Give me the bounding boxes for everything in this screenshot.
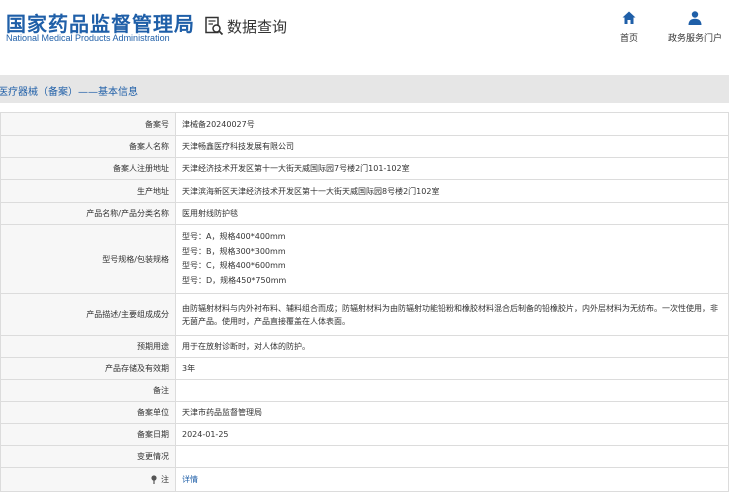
site-header: 国家药品监督管理局 National Medical Products Admi… — [0, 0, 729, 64]
table-row: 产品存储及有效期 3年 — [0, 357, 729, 380]
row-value: 天津畅鑫医疗科技发展有限公司 — [175, 135, 729, 158]
spec-line: 型号：B，规格300*300mm — [182, 246, 286, 256]
table-row: 生产地址 天津滨海新区天津经济技术开发区第十一大街天威国际园8号楼2门102室 — [0, 179, 729, 203]
table-row: 备注 — [0, 379, 729, 402]
spec-line: 型号：C，规格400*600mm — [182, 261, 286, 270]
row-value: 2024-01-25 — [175, 423, 729, 446]
table-row: 注 详情 — [0, 467, 729, 492]
data-query-link[interactable]: 数据查询 — [204, 14, 287, 38]
row-label: 备案日期 — [0, 423, 176, 446]
table-row: 产品描述/主要组成成分 由防辐射材料与内外衬布料、辅料组合而成；防辐射材料为由防… — [0, 293, 729, 336]
record-info-table: 备案号 津械备20240027号 备案人名称 天津畅鑫医疗科技发展有限公司 备案… — [0, 112, 729, 492]
table-row: 产品名称/产品分类名称 医用射线防护毯 — [0, 202, 729, 225]
spec-line: 型号：D，规格450*750mm — [182, 275, 287, 285]
row-value: 详情 — [175, 467, 729, 492]
spec-line: 型号：A，规格400*400mm — [182, 232, 286, 241]
row-label: 备案人注册地址 — [0, 157, 176, 180]
table-row: 备案人注册地址 天津经济技术开发区第十一大街天威国际园7号楼2门101-102室 — [0, 157, 729, 180]
nav-home-label: 首页 — [619, 34, 638, 44]
row-value: 型号：A，规格400*400mm 型号：B，规格300*300mm 型号：C，规… — [175, 224, 729, 294]
row-value: 天津市药品监督管理局 — [175, 401, 729, 424]
table-row: 备案单位 天津市药品监督管理局 — [0, 401, 729, 424]
table-row: 预期用途 用于在放射诊断时，对人体的防护。 — [0, 335, 729, 358]
row-value: 用于在放射诊断时，对人体的防护。 — [175, 335, 729, 358]
row-label: 备案号 — [0, 112, 176, 136]
table-row: 备案人名称 天津畅鑫医疗科技发展有限公司 — [0, 135, 729, 158]
table-row: 备案日期 2024-01-25 — [0, 423, 729, 446]
home-icon — [622, 11, 636, 24]
data-query-label: 数据查询 — [227, 17, 288, 36]
row-value — [175, 379, 729, 402]
site-logo-subtitle: National Medical Products Administration — [6, 33, 170, 43]
pin-icon — [151, 475, 158, 484]
row-label: 生产地址 — [0, 179, 176, 203]
row-label: 变更情况 — [0, 445, 176, 468]
table-row: 备案号 津械备20240027号 — [0, 112, 729, 136]
row-value: 天津经济技术开发区第十一大街天威国际园7号楼2门101-102室 — [175, 157, 729, 180]
data-search-icon — [205, 16, 224, 36]
user-icon — [688, 11, 702, 25]
table-row: 变更情况 — [0, 445, 729, 468]
nav-home[interactable]: 首页 — [615, 10, 643, 44]
row-label: 预期用途 — [0, 335, 176, 358]
row-label: 产品描述/主要组成成分 — [0, 293, 176, 336]
row-value — [175, 445, 729, 468]
row-value: 津械备20240027号 — [175, 112, 729, 136]
row-label: 注 — [161, 475, 169, 484]
note-label-cell: 注 — [0, 467, 176, 492]
row-value: 天津滨海新区天津经济技术开发区第十一大街天威国际园8号楼2门102室 — [175, 179, 729, 203]
row-label: 产品名称/产品分类名称 — [0, 202, 176, 225]
row-value: 由防辐射材料与内外衬布料、辅料组合而成；防辐射材料为由防辐射功能铅粉和橡胶材料混… — [175, 293, 729, 336]
row-label: 产品存储及有效期 — [0, 357, 176, 380]
nav-service-portal-label: 政务服务门户 — [667, 34, 722, 44]
row-label: 型号规格/包装规格 — [0, 224, 176, 294]
section-header: 医疗器械（备案）——基本信息 — [0, 75, 729, 103]
table-row: 型号规格/包装规格 型号：A，规格400*400mm 型号：B，规格300*30… — [0, 224, 729, 294]
section-title: 医疗器械（备案）——基本信息 — [0, 87, 138, 98]
details-link[interactable]: 详情 — [182, 475, 198, 484]
row-value: 医用射线防护毯 — [175, 202, 729, 225]
nav-service-portal[interactable]: 政务服务门户 — [664, 10, 726, 44]
row-value: 3年 — [175, 357, 729, 380]
row-label: 备注 — [0, 379, 176, 402]
row-label: 备案人名称 — [0, 135, 176, 158]
row-label: 备案单位 — [0, 401, 176, 424]
